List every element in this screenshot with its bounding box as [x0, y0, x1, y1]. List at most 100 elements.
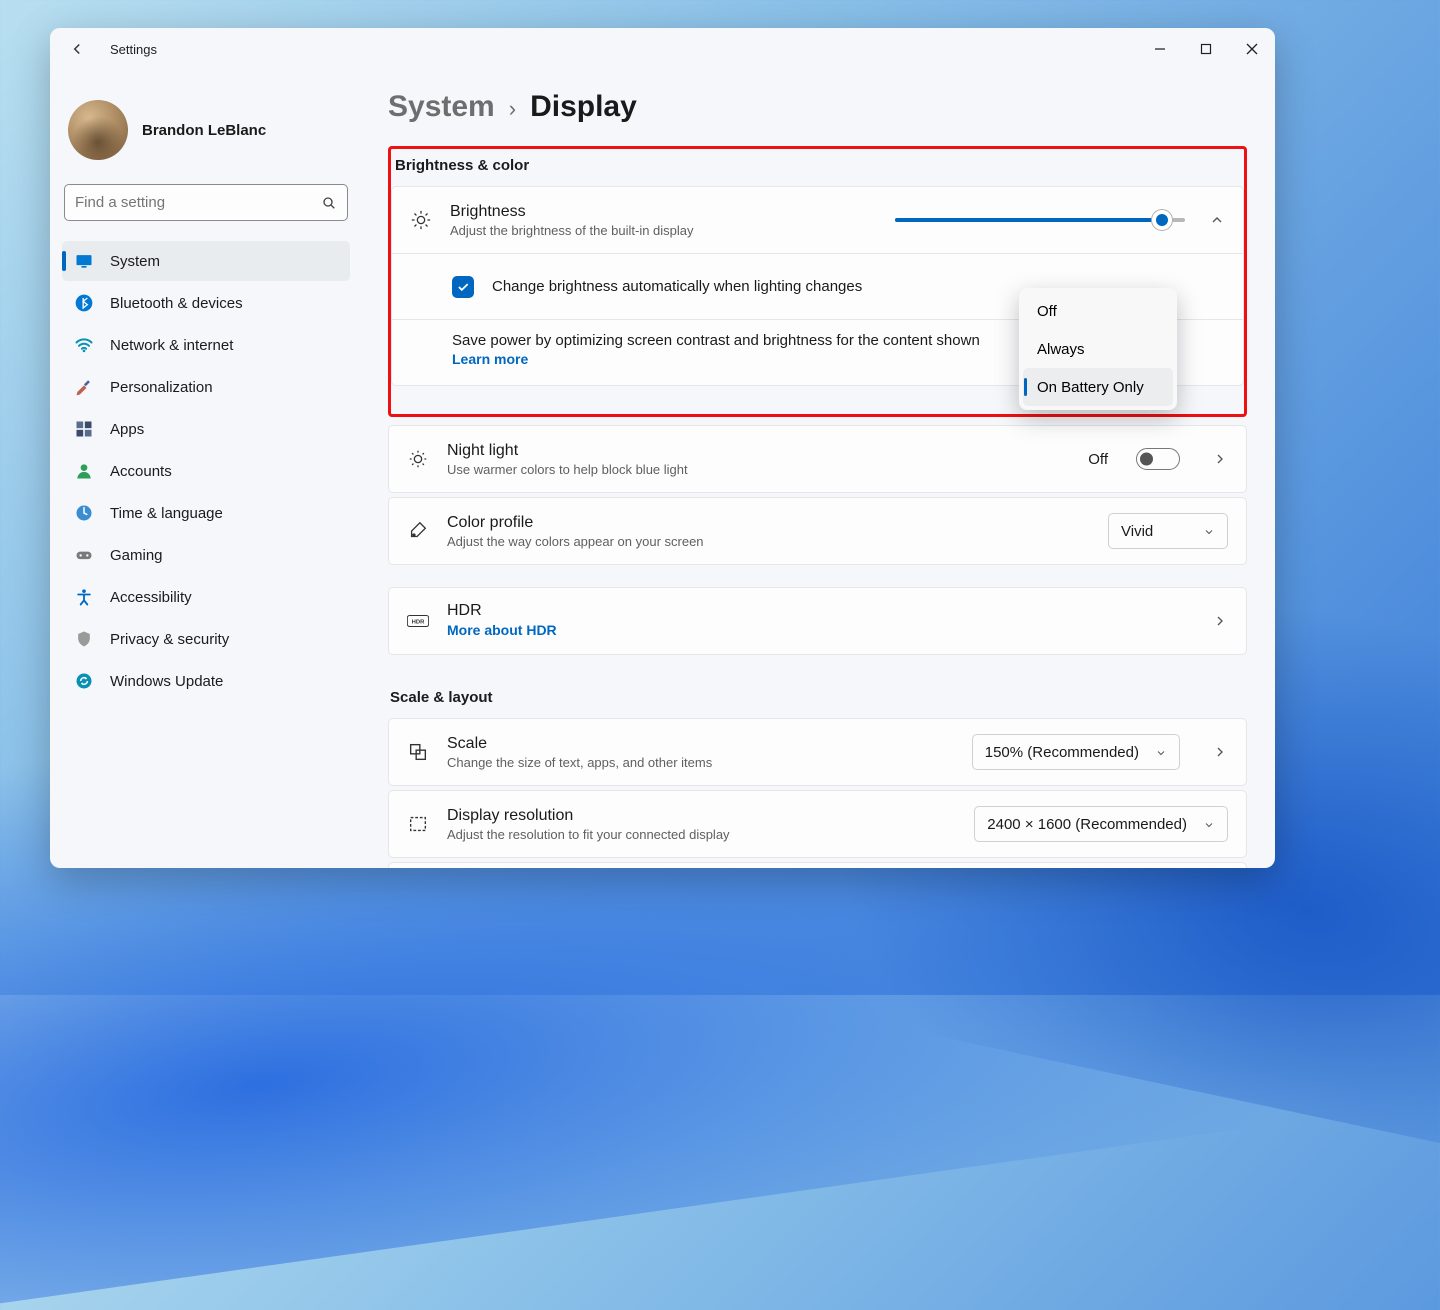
- night-light-toggle[interactable]: [1136, 448, 1180, 470]
- color-profile-select[interactable]: Vivid: [1108, 513, 1228, 549]
- resolution-card[interactable]: Display resolution Adjust the resolution…: [388, 790, 1247, 858]
- clock-globe-icon: [74, 503, 94, 523]
- accessibility-icon: [74, 587, 94, 607]
- monitor-icon: [74, 251, 94, 271]
- sidebar-item-bluetooth[interactable]: Bluetooth & devices: [62, 283, 350, 323]
- resolution-select[interactable]: 2400 × 1600 (Recommended): [974, 806, 1228, 842]
- scale-select[interactable]: 150% (Recommended): [972, 734, 1180, 770]
- sidebar-item-label: Windows Update: [110, 673, 223, 690]
- night-light-title: Night light: [447, 442, 1070, 460]
- gamepad-icon: [74, 545, 94, 565]
- search-input[interactable]: [75, 194, 321, 211]
- page-title: Display: [530, 90, 637, 124]
- brightness-slider[interactable]: [895, 218, 1185, 222]
- close-button[interactable]: [1229, 28, 1275, 70]
- sidebar-item-apps[interactable]: Apps: [62, 409, 350, 449]
- resolution-title: Display resolution: [447, 807, 956, 825]
- shield-icon: [74, 629, 94, 649]
- color-profile-sub: Adjust the way colors appear on your scr…: [447, 534, 1090, 549]
- user-profile[interactable]: Brandon LeBlanc: [62, 82, 350, 170]
- hdr-link[interactable]: More about HDR: [447, 622, 557, 638]
- update-icon: [74, 671, 94, 691]
- search-box[interactable]: [64, 184, 348, 221]
- svg-text:HDR: HDR: [412, 620, 425, 626]
- chevron-down-icon: [1203, 525, 1215, 537]
- auto-brightness-label: Change brightness automatically when lig…: [492, 278, 862, 295]
- chevron-up-icon[interactable]: [1209, 212, 1225, 228]
- content: System › Display Brightness & color Bri: [360, 70, 1275, 868]
- minimize-button[interactable]: [1137, 28, 1183, 70]
- bluetooth-icon: [74, 293, 94, 313]
- sidebar-item-accessibility[interactable]: Accessibility: [62, 577, 350, 617]
- sidebar-item-system[interactable]: System: [62, 241, 350, 281]
- content-adaptive-menu[interactable]: Off Always On Battery Only: [1019, 288, 1177, 410]
- night-light-sub: Use warmer colors to help block blue lig…: [447, 462, 1070, 477]
- menu-option-off[interactable]: Off: [1023, 292, 1173, 330]
- section-header-scale: Scale & layout: [388, 689, 1247, 718]
- sidebar-item-label: Bluetooth & devices: [110, 295, 243, 312]
- sidebar-item-label: Gaming: [110, 547, 163, 564]
- hdr-title: HDR: [447, 602, 1194, 620]
- color-profile-title: Color profile: [447, 514, 1090, 532]
- orientation-card[interactable]: Display orientation Landscape: [388, 862, 1247, 868]
- person-icon: [74, 461, 94, 481]
- scale-card[interactable]: Scale Change the size of text, apps, and…: [388, 718, 1247, 786]
- sidebar-item-label: Time & language: [110, 505, 223, 522]
- maximize-button[interactable]: [1183, 28, 1229, 70]
- night-light-icon: [407, 448, 429, 470]
- breadcrumb: System › Display: [388, 90, 1247, 124]
- night-light-card[interactable]: Night light Use warmer colors to help bl…: [388, 425, 1247, 493]
- brightness-icon: [410, 209, 432, 231]
- sidebar-item-network[interactable]: Network & internet: [62, 325, 350, 365]
- color-profile-icon: [407, 520, 429, 542]
- nav: System Bluetooth & devices Network & int…: [62, 241, 350, 701]
- sidebar-item-label: Apps: [110, 421, 144, 438]
- sidebar-item-label: Privacy & security: [110, 631, 229, 648]
- auto-brightness-checkbox[interactable]: [452, 276, 474, 298]
- avatar: [68, 100, 128, 160]
- settings-window: Settings Brandon LeBlanc: [50, 28, 1275, 868]
- sidebar-item-time-language[interactable]: Time & language: [62, 493, 350, 533]
- learn-more-link[interactable]: Learn more: [452, 351, 528, 367]
- sidebar-item-label: Accounts: [110, 463, 172, 480]
- search-icon: [321, 195, 337, 211]
- scale-icon: [407, 741, 429, 763]
- resolution-sub: Adjust the resolution to fit your connec…: [447, 827, 956, 842]
- chevron-down-icon: [1155, 746, 1167, 758]
- chevron-right-icon[interactable]: [1212, 613, 1228, 629]
- menu-option-always[interactable]: Always: [1023, 330, 1173, 368]
- scale-sub: Change the size of text, apps, and other…: [447, 755, 954, 770]
- apps-icon: [74, 419, 94, 439]
- hdr-icon: HDR: [407, 610, 429, 632]
- sidebar-item-personalization[interactable]: Personalization: [62, 367, 350, 407]
- sidebar-item-accounts[interactable]: Accounts: [62, 451, 350, 491]
- titlebar: Settings: [50, 28, 1275, 70]
- sidebar-item-label: Network & internet: [110, 337, 233, 354]
- sidebar-item-label: Accessibility: [110, 589, 192, 606]
- breadcrumb-parent[interactable]: System: [388, 90, 495, 124]
- brightness-row[interactable]: Brightness Adjust the brightness of the …: [392, 187, 1243, 253]
- color-profile-card[interactable]: Color profile Adjust the way colors appe…: [388, 497, 1247, 565]
- hdr-card[interactable]: HDR HDR More about HDR: [388, 587, 1247, 655]
- sidebar-item-gaming[interactable]: Gaming: [62, 535, 350, 575]
- chevron-down-icon: [1203, 818, 1215, 830]
- back-button[interactable]: [68, 40, 86, 58]
- resolution-icon: [407, 813, 429, 835]
- brightness-title: Brightness: [450, 203, 877, 221]
- chevron-right-icon[interactable]: [1212, 744, 1228, 760]
- chevron-right-icon[interactable]: [1212, 451, 1228, 467]
- brightness-sub: Adjust the brightness of the built-in di…: [450, 223, 877, 238]
- app-title: Settings: [110, 42, 157, 57]
- paintbrush-icon: [74, 377, 94, 397]
- sidebar-item-update[interactable]: Windows Update: [62, 661, 350, 701]
- menu-option-battery[interactable]: On Battery Only: [1023, 368, 1173, 406]
- night-light-state-label: Off: [1088, 451, 1108, 468]
- sidebar: Brandon LeBlanc System Bluetooth & devic…: [50, 70, 360, 868]
- scale-title: Scale: [447, 735, 954, 753]
- chevron-right-icon: ›: [509, 96, 516, 122]
- user-name: Brandon LeBlanc: [142, 122, 266, 139]
- sidebar-item-privacy[interactable]: Privacy & security: [62, 619, 350, 659]
- wifi-icon: [74, 335, 94, 355]
- sidebar-item-label: Personalization: [110, 379, 213, 396]
- slider-thumb[interactable]: [1152, 210, 1172, 230]
